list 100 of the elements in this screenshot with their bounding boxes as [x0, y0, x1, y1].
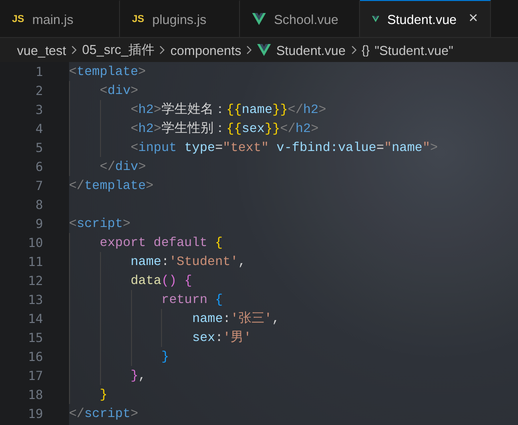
- code-token: >: [130, 82, 138, 100]
- code-token: sex: [242, 120, 265, 138]
- code-token: type: [184, 139, 216, 157]
- code-token: >: [430, 139, 438, 157]
- code-token: script: [84, 405, 130, 423]
- line-number: 8: [34, 196, 43, 214]
- breadcrumb-item[interactable]: 05_src_插件: [82, 41, 154, 59]
- code-token: </: [100, 158, 116, 176]
- code-token: name: [130, 253, 162, 271]
- code-token: :: [215, 329, 223, 347]
- code-token: 'Student': [169, 253, 238, 271]
- code-token: =: [215, 139, 223, 157]
- js-icon: JS: [132, 14, 144, 24]
- code-token: >: [130, 405, 138, 423]
- code-token: name: [242, 101, 272, 119]
- code-token: >: [138, 63, 146, 81]
- tab-label: plugins.js: [152, 12, 206, 26]
- tab-label: School.vue: [274, 12, 338, 26]
- code-token: h2: [138, 120, 154, 138]
- vue-icon: [257, 44, 272, 56]
- code-token: data: [130, 272, 162, 290]
- code-token: <: [130, 139, 138, 157]
- code-token: >: [146, 177, 154, 195]
- code-token: :: [161, 253, 169, 271]
- code-token: ,: [238, 253, 246, 271]
- code-token: >: [310, 120, 318, 138]
- code-token: export default: [100, 234, 208, 252]
- breadcrumb-item[interactable]: Student.vue: [276, 42, 346, 58]
- code-token: {{: [226, 101, 242, 119]
- code-token: script: [76, 215, 123, 233]
- code-token: div: [107, 82, 131, 100]
- code-token: </: [69, 177, 84, 195]
- chevron-icon: [159, 45, 166, 55]
- code-token: return: [161, 291, 208, 309]
- code-token: ,: [272, 310, 280, 328]
- code-token: </: [69, 405, 84, 423]
- line-number: 15: [26, 329, 43, 347]
- code-token: >: [138, 158, 146, 176]
- line-number: 2: [34, 82, 43, 100]
- code-token: 学生姓名：: [161, 101, 226, 119]
- code-token: '男': [222, 329, 252, 347]
- code-token: {: [215, 234, 223, 252]
- line-number: 6: [34, 158, 43, 176]
- code-token: <: [100, 82, 108, 100]
- code-token: h2: [295, 120, 311, 138]
- code-token: >: [154, 120, 162, 138]
- breadcrumb-item[interactable]: components: [170, 42, 242, 58]
- tab-label: main.js: [32, 12, 74, 26]
- close-button[interactable]: ×: [468, 10, 478, 28]
- code-token: template: [76, 63, 138, 81]
- code-token: ": [384, 139, 392, 157]
- code-token: <: [69, 215, 77, 233]
- line-number: 1: [34, 63, 43, 81]
- line-number: 4: [34, 120, 43, 138]
- code-token: ,: [138, 367, 146, 385]
- code-token: </: [280, 120, 296, 138]
- chevron-icon: [71, 45, 78, 55]
- line-number: 9: [34, 215, 43, 233]
- line-number: 19: [26, 405, 43, 423]
- code-token: }}: [272, 101, 288, 119]
- code-token: <: [130, 101, 138, 119]
- line-number: 3: [34, 101, 43, 119]
- code-token: 学生性别：: [161, 120, 226, 138]
- code-token: }}: [264, 120, 280, 138]
- line-number: 7: [34, 177, 43, 195]
- line-number: 18: [26, 386, 43, 404]
- code-token: ": [422, 139, 430, 157]
- chevron-icon: [246, 45, 252, 55]
- code-token: {{: [226, 120, 242, 138]
- code-token: input: [138, 139, 178, 157]
- breadcrumb-item[interactable]: vue_test: [17, 42, 66, 58]
- tab-label: Student.vue: [387, 12, 457, 26]
- chevron-icon: [350, 45, 357, 55]
- code-token: }: [130, 367, 138, 385]
- code-token: }: [161, 348, 170, 366]
- line-number: 12: [26, 272, 43, 290]
- code-token: () {: [161, 272, 192, 290]
- code-token: v-fbind:value: [276, 139, 376, 157]
- line-number: 17: [26, 367, 43, 385]
- code-token: h2: [138, 101, 154, 119]
- code-token: >: [154, 101, 162, 119]
- code-token: :: [222, 310, 231, 328]
- code-token: >: [122, 215, 130, 233]
- vue-icon: [372, 13, 380, 25]
- code-token: "text": [222, 139, 270, 157]
- breadcrumb-item[interactable]: "Student.vue": [374, 42, 454, 58]
- line-number: 5: [34, 139, 43, 157]
- js-icon: JS: [12, 14, 24, 24]
- code-token: name: [392, 139, 422, 157]
- line-number: 11: [26, 253, 43, 271]
- code-token: <: [130, 120, 138, 138]
- code-token: >: [318, 101, 326, 119]
- vue-icon: [252, 13, 266, 25]
- code-token: {: [215, 291, 223, 309]
- code-token: sex: [192, 329, 216, 347]
- code-token: h2: [303, 101, 318, 119]
- code-token: '张三': [230, 310, 272, 328]
- editor-tab[interactable]: Student.vue ×: [360, 0, 491, 37]
- code-token: template: [84, 177, 146, 195]
- braces-icon: {}: [362, 43, 370, 57]
